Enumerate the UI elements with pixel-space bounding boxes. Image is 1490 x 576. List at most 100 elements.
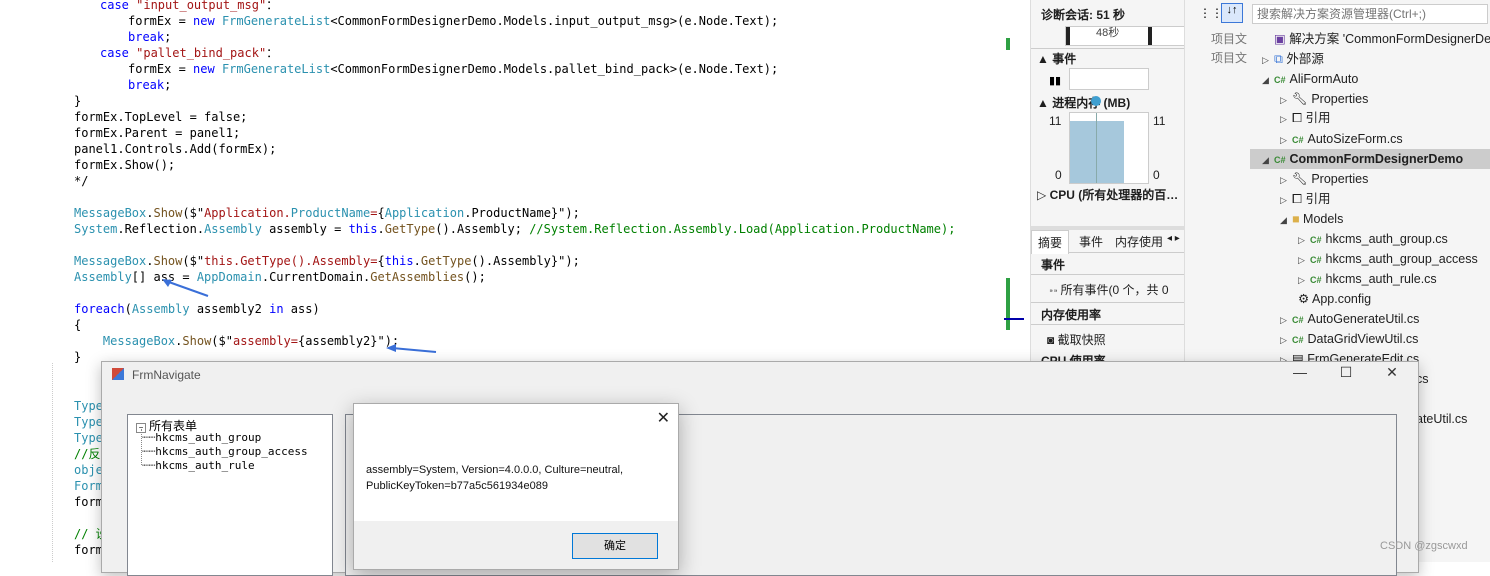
cpu-header-label: CPU (所有处理器的百… — [1049, 188, 1179, 202]
tree-references-2[interactable]: ▷ ⧠ 引用 — [1280, 189, 1331, 209]
lower-line: //反 — [74, 447, 101, 461]
events-section: 事件 — [1041, 258, 1066, 272]
frm-navigate-window: FrmNavigate — ☐ ✕ − 所有表单 ┈┈hkcms_auth_gro… — [101, 361, 1419, 576]
all-events-label: 所有事件(0 个，共 0 — [1060, 283, 1169, 297]
tree-label: CommonFormDesignerDemo — [1289, 152, 1464, 166]
tree-app-config[interactable]: ⚙ App.config — [1286, 289, 1371, 309]
tab-summary[interactable]: 摘要 — [1031, 230, 1070, 254]
tab-memory-usage[interactable]: 内存使用 — [1115, 233, 1163, 250]
tree-node-label: hkcms_auth_rule — [155, 459, 255, 472]
tab-scroll-icon[interactable]: ◂ ▸ — [1167, 233, 1180, 244]
tree-label: AutoGenerateUtil.cs — [1307, 312, 1420, 326]
wrench-icon: 🔧︎ — [1292, 172, 1312, 186]
sort-icon[interactable]: ↓↑ — [1221, 3, 1243, 23]
cs-file-icon: C# — [1292, 315, 1304, 325]
external-icon: ⧉ — [1274, 52, 1287, 66]
snapshot-label: 截取快照 — [1057, 333, 1106, 347]
mem-max-left: 11 — [1049, 114, 1062, 128]
all-events-link[interactable]: ⁍⁍ 所有事件(0 个，共 0 — [1049, 281, 1169, 298]
tree-hkcms-auth-rule[interactable]: ▷ C# hkcms_auth_rule.cs — [1298, 269, 1437, 289]
pause-icon[interactable]: ▮▮ — [1049, 74, 1061, 87]
cs-file-icon: C# — [1310, 255, 1322, 265]
camera-icon: ◙ — [1047, 333, 1058, 347]
lower-line: obje — [74, 463, 103, 477]
tree-properties[interactable]: ▷ 🔧︎ Properties — [1280, 89, 1368, 109]
tree-autosizeform[interactable]: ▷ C# AutoSizeForm.cs — [1280, 129, 1403, 149]
csproj-icon: C# — [1274, 155, 1286, 165]
arrow-ass — [165, 280, 209, 297]
tree-label: Properties — [1311, 172, 1369, 186]
annotation-arrows — [162, 279, 437, 353]
message-text: assembly=System, Version=4.0.0.0, Cultur… — [366, 464, 624, 492]
tree-label: 解决方案 'CommonFormDesignerDe — [1289, 32, 1490, 46]
tree-label: 外部源 — [1286, 52, 1324, 66]
tree-project-commonformdesignerdemo[interactable]: ◢ C# CommonFormDesignerDemo — [1250, 149, 1490, 169]
tree-properties-2[interactable]: ▷ 🔧︎ Properties — [1280, 169, 1368, 189]
session-label: 诊断会话: 51 秒 — [1041, 8, 1126, 22]
config-icon: ⚙ — [1298, 292, 1312, 306]
cs-file-icon: C# — [1292, 335, 1304, 345]
tree-label: App.config — [1312, 292, 1372, 306]
tree-node[interactable]: ┈┈hkcms_auth_group — [142, 431, 261, 444]
tree-partial-item[interactable]: ateUtil.cs — [1416, 409, 1467, 429]
lower-line: Type — [74, 399, 103, 413]
toolbar-icon[interactable]: ⋮⋮ — [1199, 6, 1223, 20]
scroll-marker[interactable] — [1006, 278, 1010, 330]
arrow-show-head — [386, 344, 396, 352]
lower-line: Form — [74, 479, 103, 493]
tab-events[interactable]: 事件 — [1079, 233, 1103, 250]
memory-usage-section: 内存使用率 — [1041, 308, 1102, 322]
tree-datagridviewutil[interactable]: ▷ C# DataGridViewUtil.cs — [1280, 329, 1418, 349]
close-button[interactable]: ✕ — [1380, 364, 1404, 381]
tree-label: Properties — [1311, 92, 1369, 106]
csproj-icon: C# — [1274, 75, 1286, 85]
mem-min-right: 0 — [1153, 168, 1160, 182]
tree-models-folder[interactable]: ◢ ■ Models — [1280, 209, 1343, 229]
message-box: ✕ assembly=System, Version=4.0.0.0, Cult… — [353, 403, 679, 570]
events-header[interactable]: ▲ 事件 — [1037, 50, 1076, 67]
watermark: CSDN @zgscwxd — [1380, 540, 1468, 552]
tree-node-label: hkcms_auth_group_access — [155, 445, 308, 458]
code-editor[interactable]: case "input_output_msg"： formEx = new Frm… — [0, 0, 1024, 364]
memory-fill — [1070, 121, 1124, 183]
scroll-marker[interactable] — [1006, 38, 1010, 50]
tree-label: hkcms_auth_group_access — [1325, 252, 1478, 266]
lower-line: form — [74, 495, 103, 509]
snapshot-button[interactable]: ◙ 截取快照 — [1047, 331, 1106, 348]
folder-icon: ■ — [1292, 212, 1304, 226]
tree-node[interactable]: ┈┈hkcms_auth_rule — [142, 459, 255, 472]
tree-label: 引用 — [1305, 111, 1331, 125]
memory-header[interactable]: ▲ 进程内存 (MB) — [1037, 94, 1130, 111]
tree-label: Models — [1303, 212, 1344, 226]
tree-external[interactable]: ▷ ⧉ 外部源 — [1262, 49, 1324, 69]
tree-hkcms-auth-group-access[interactable]: ▷ C# hkcms_auth_group_access — [1298, 249, 1478, 269]
tree-node[interactable]: ┈┈hkcms_auth_group_access — [142, 445, 308, 458]
window-title: FrmNavigate — [132, 368, 201, 382]
minimize-button[interactable]: — — [1288, 364, 1312, 380]
arrow-show — [391, 347, 437, 353]
tree-hkcms-auth-group[interactable]: ▷ C# hkcms_auth_group.cs — [1298, 229, 1448, 249]
tree-project-aliformauto[interactable]: ◢ C# AliFormAuto — [1262, 69, 1358, 89]
tree-autogenerateutil[interactable]: ▷ C# AutoGenerateUtil.cs — [1280, 309, 1419, 329]
app-icon — [112, 368, 124, 380]
ok-button[interactable]: 确定 — [572, 533, 658, 559]
memory-chart — [1069, 112, 1149, 184]
mem-min-left: 0 — [1055, 168, 1062, 182]
diagnostic-tools-panel: 诊断会话: 51 秒 48秒 ▲ 事件 ▮▮ ▲ 进程内存 (MB) 11 11… — [1030, 0, 1185, 368]
search-input[interactable] — [1252, 4, 1488, 24]
mem-max-right: 11 — [1153, 114, 1166, 128]
cs-file-icon: C# — [1310, 235, 1322, 245]
form-treeview[interactable]: − 所有表单 ┈┈hkcms_auth_group ┈┈hkcms_auth_gr… — [127, 414, 333, 576]
timeline-bar[interactable]: 48秒 — [1065, 26, 1185, 46]
tree-references[interactable]: ▷ ⧠ 引用 — [1280, 108, 1331, 128]
events-header-label: 事件 — [1052, 52, 1077, 66]
project-item-2: 项目文 — [1211, 51, 1248, 65]
reference-icon: ⧠ — [1292, 111, 1306, 125]
tree-label: AliFormAuto — [1289, 72, 1359, 86]
msgbox-close-button[interactable]: ✕ — [657, 408, 670, 428]
memory-marker-icon — [1091, 96, 1101, 106]
lower-line: Type — [74, 431, 103, 445]
cpu-header[interactable]: ▷ CPU (所有处理器的百… — [1037, 186, 1178, 203]
maximize-button[interactable]: ☐ — [1334, 364, 1358, 381]
tree-solution[interactable]: ▣ 解决方案 'CommonFormDesignerDe — [1262, 29, 1490, 49]
